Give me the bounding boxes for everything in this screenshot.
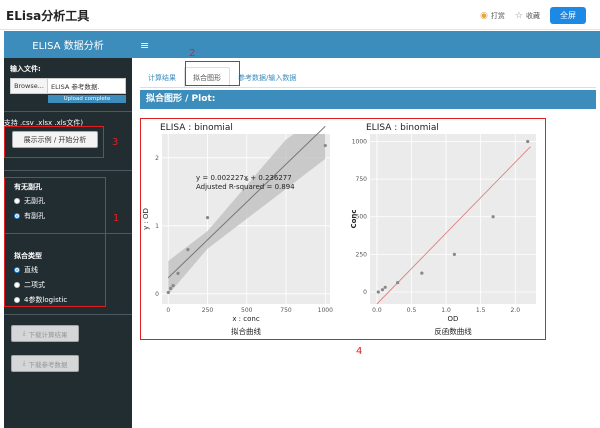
annotation-number-4: 4 <box>356 346 363 357</box>
download-results-label: 下载计算结果 <box>28 330 68 339</box>
annotation-box-3 <box>4 126 104 158</box>
star-icon: ☆ <box>514 10 523 21</box>
input-file-label: 输入文件: <box>10 65 41 73</box>
file-input: Browse... ELISA 参考数据. <box>10 78 126 94</box>
download-reference-label: 下载参考数据 <box>28 360 68 369</box>
main-top-nav: ≡ <box>132 31 600 58</box>
download-icon: ⤓ <box>22 359 26 367</box>
divider <box>4 170 132 171</box>
tab-divider <box>140 87 596 88</box>
annotation-number-3: 3 <box>112 137 119 148</box>
reward-label: 打赏 <box>490 11 505 20</box>
fullscreen-button[interactable]: 全屏 <box>550 7 586 24</box>
top-actions: ◉ 打赏 ☆ 收藏 全屏 <box>480 7 586 24</box>
annotation-box-4 <box>140 118 546 340</box>
upload-progress-bar: Upload complete <box>48 95 126 103</box>
tab-results[interactable]: 计算结果 <box>140 68 184 88</box>
annotation-number-1: 1 <box>113 213 120 224</box>
divider <box>4 314 132 315</box>
file-name-field[interactable]: ELISA 参考数据. <box>48 78 126 94</box>
download-reference-button[interactable]: ⤓ 下载参考数据 <box>11 355 79 372</box>
app-title: ELisa分析工具 <box>6 9 90 23</box>
reward-icon: ◉ <box>480 10 488 21</box>
browse-button[interactable]: Browse... <box>10 78 48 94</box>
annotation-box-1 <box>4 177 106 307</box>
favorite-link[interactable]: ☆ 收藏 <box>515 11 540 21</box>
download-results-button[interactable]: ⤓ 下载计算结果 <box>11 325 79 342</box>
sidebar-header: ELISA 数据分析 <box>4 31 132 58</box>
annotation-box-2 <box>185 61 240 86</box>
top-bar: ELisa分析工具 ◉ 打赏 ☆ 收藏 全屏 <box>0 0 600 30</box>
panel-title: 拟合图形 / Plot: <box>140 90 596 109</box>
download-icon: ⤓ <box>22 329 26 337</box>
divider <box>4 111 132 112</box>
hamburger-menu-icon[interactable]: ≡ <box>140 39 149 52</box>
file-input-section: 输入文件: Browse... ELISA 参考数据. Upload compl… <box>4 58 132 103</box>
annotation-number-2: 2 <box>189 48 196 59</box>
upload-status: Upload complete <box>63 96 111 102</box>
favorite-label: 收藏 <box>526 11 540 20</box>
reward-link[interactable]: ◉ 打赏 <box>480 11 505 21</box>
tab-reference-data[interactable]: 参考数据/输入数据 <box>230 68 304 88</box>
